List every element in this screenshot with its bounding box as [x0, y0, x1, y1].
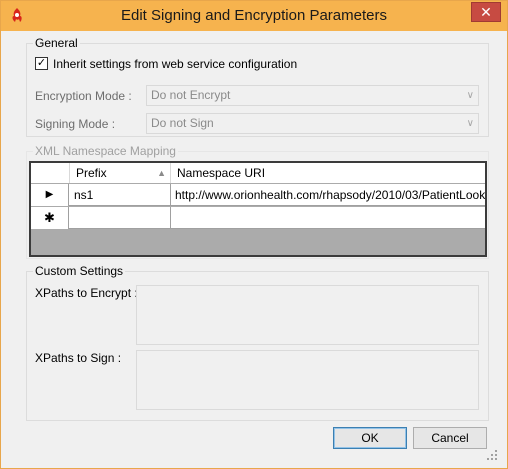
resize-grip-icon[interactable]	[486, 449, 498, 461]
dialog-body: General ✓ Inherit settings from web serv…	[8, 31, 500, 463]
signing-mode-select[interactable]: Do not Sign ∨	[146, 113, 479, 134]
namespace-uri-cell[interactable]: http://www.orionhealth.com/rhapsody/2010…	[171, 184, 485, 206]
encryption-mode-label: Encryption Mode :	[35, 89, 132, 103]
inherit-settings-label[interactable]: Inherit settings from web service config…	[53, 57, 297, 71]
xpaths-sign-label: XPaths to Sign :	[35, 351, 122, 365]
window-title: Edit Signing and Encryption Parameters	[121, 7, 387, 24]
dialog-window: Edit Signing and Encryption Parameters ✕…	[0, 0, 508, 469]
general-group: General ✓ Inherit settings from web serv…	[26, 36, 489, 137]
inherit-settings-checkbox[interactable]: ✓	[35, 57, 48, 70]
namespace-grid[interactable]: Prefix ▲ Namespace URI ▶ ns1 http://www.…	[29, 161, 487, 257]
new-table-row[interactable]: ✱	[31, 207, 485, 229]
current-row-icon: ▶	[45, 189, 54, 200]
general-group-label: General	[33, 36, 80, 50]
title-bar[interactable]: Edit Signing and Encryption Parameters ✕	[1, 1, 507, 31]
encryption-mode-value: Do not Encrypt	[151, 88, 231, 102]
custom-settings-group: Custom Settings XPaths to Encrypt : XPat…	[26, 264, 489, 421]
close-button[interactable]: ✕	[471, 2, 501, 22]
namespace-uri-cell[interactable]	[171, 207, 485, 229]
chevron-down-icon: ∨	[466, 90, 474, 101]
namespace-group-label: XML Namespace Mapping	[33, 144, 178, 158]
column-header-namespace-uri[interactable]: Namespace URI	[171, 163, 485, 183]
close-icon: ✕	[480, 4, 492, 20]
cancel-button[interactable]: Cancel	[413, 427, 487, 449]
ok-button[interactable]: OK	[333, 427, 407, 449]
prefix-cell[interactable]: ns1	[70, 184, 171, 206]
new-row-icon: ✱	[44, 210, 55, 225]
xpaths-encrypt-label: XPaths to Encrypt :	[35, 286, 138, 300]
checkmark-icon: ✓	[36, 57, 47, 69]
xpaths-encrypt-textarea[interactable]	[136, 285, 479, 345]
encryption-mode-select[interactable]: Do not Encrypt ∨	[146, 85, 479, 106]
row-selector[interactable]: ✱	[31, 207, 69, 229]
sort-ascending-icon: ▲	[157, 168, 166, 178]
table-row[interactable]: ▶ ns1 http://www.orionhealth.com/rhapsod…	[31, 184, 485, 206]
signing-mode-label: Signing Mode :	[35, 117, 116, 131]
grid-header: Prefix ▲ Namespace URI	[31, 163, 485, 183]
xpaths-sign-textarea[interactable]	[136, 350, 479, 410]
row-selector[interactable]: ▶	[31, 184, 69, 206]
custom-settings-label: Custom Settings	[33, 264, 126, 278]
row-header-corner	[31, 163, 70, 183]
prefix-cell[interactable]	[70, 207, 171, 229]
column-header-prefix[interactable]: Prefix ▲	[70, 163, 171, 183]
chevron-down-icon: ∨	[466, 118, 474, 129]
signing-mode-value: Do not Sign	[151, 116, 214, 130]
